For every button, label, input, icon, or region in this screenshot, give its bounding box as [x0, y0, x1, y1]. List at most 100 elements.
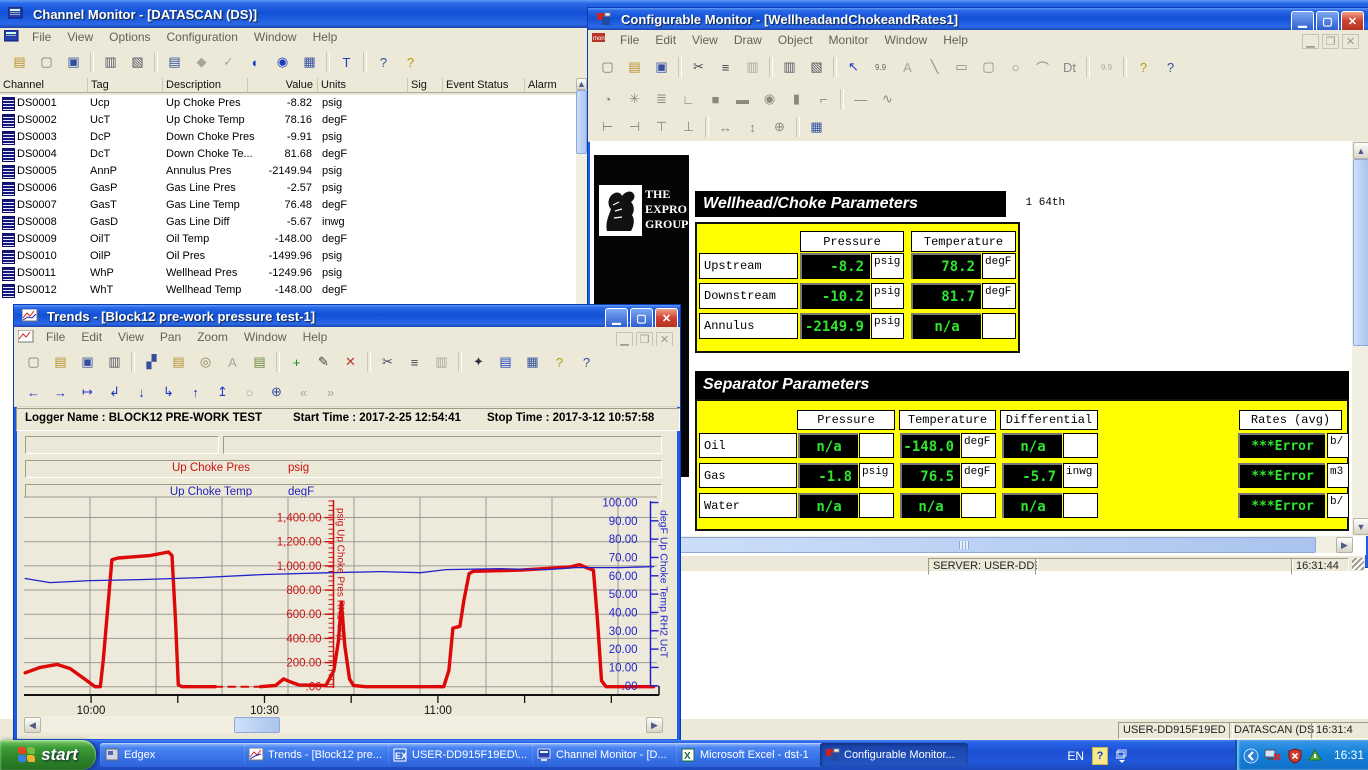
- menu-item-monitor[interactable]: Monitor: [821, 31, 877, 49]
- pointer-icon[interactable]: ↖: [841, 55, 866, 79]
- column-header-channel[interactable]: Channel: [0, 78, 88, 93]
- refresh-c-icon[interactable]: ◐: [243, 50, 268, 74]
- channel-row-DS0001[interactable]: DS0001UcpUp Choke Pres-8.82psig: [0, 95, 583, 112]
- network-disconnected-icon[interactable]: [1264, 748, 1279, 763]
- scroll-up-icon[interactable]: ▲: [576, 78, 587, 90]
- align-right-icon[interactable]: ⊣: [622, 115, 647, 139]
- mdi-child-buttons[interactable]: ▁❐✕: [1302, 34, 1359, 49]
- menu-item-edit[interactable]: Edit: [647, 31, 684, 49]
- page-prev-icon[interactable]: «: [291, 380, 316, 404]
- taskbar-clock[interactable]: 16:31: [1334, 748, 1364, 762]
- task-button-2[interactable]: EXUSER-DD915F19ED\...: [388, 743, 536, 767]
- close-button[interactable]: ✕: [655, 308, 678, 327]
- column-header-value[interactable]: Value: [248, 78, 318, 93]
- menu-item-edit[interactable]: Edit: [73, 328, 110, 346]
- points-p-icon[interactable]: ◉: [270, 50, 295, 74]
- menu-item-zoom[interactable]: Zoom: [189, 328, 236, 346]
- align-top-icon[interactable]: ⊤: [649, 115, 674, 139]
- save-icon[interactable]: ▣: [75, 350, 100, 374]
- on-off-switch-icon[interactable]: ⌐: [811, 87, 836, 111]
- numeric-display-icon[interactable]: 9.9: [1094, 55, 1119, 79]
- date-time-icon[interactable]: Dt: [1057, 55, 1082, 79]
- menu-item-window[interactable]: Window: [246, 28, 305, 46]
- help-icon[interactable]: ?: [547, 350, 572, 374]
- channel-row-DS0009[interactable]: DS0009OilTOil Temp-148.00degF: [0, 231, 583, 248]
- pan-left-icon[interactable]: ←: [21, 380, 46, 404]
- notes-icon[interactable]: ▤: [247, 350, 272, 374]
- menu-item-view[interactable]: View: [684, 31, 726, 49]
- wand-icon[interactable]: ✦: [466, 350, 491, 374]
- pan-down-left-icon[interactable]: ↲: [102, 380, 127, 404]
- minimize-button[interactable]: ▁: [605, 308, 628, 327]
- align-bottom-icon[interactable]: ⊥: [676, 115, 701, 139]
- scroll-thumb[interactable]: [612, 537, 1316, 553]
- pan-down-right-icon[interactable]: ↳: [156, 380, 181, 404]
- center-object-icon[interactable]: ⊕: [767, 115, 792, 139]
- lamp-icon[interactable]: ◉: [757, 87, 782, 111]
- zoom-out-icon[interactable]: ○: [237, 380, 262, 404]
- print-icon[interactable]: ▥: [102, 350, 127, 374]
- text-labels-icon[interactable]: T: [334, 50, 359, 74]
- scroll-right-icon[interactable]: ▶: [646, 717, 663, 733]
- pan-up-icon[interactable]: ↑: [183, 380, 208, 404]
- task-button-0[interactable]: Edgex: [100, 743, 248, 767]
- trend-hscrollbar[interactable]: ◀ ▶: [24, 716, 663, 733]
- line-icon[interactable]: ╲: [922, 55, 947, 79]
- hide-icons-chevron-icon[interactable]: [1243, 748, 1258, 763]
- scroll-thumb[interactable]: [234, 717, 280, 733]
- pan-down-icon[interactable]: ↓: [129, 380, 154, 404]
- legend-slot-empty-1[interactable]: [25, 436, 219, 454]
- diamond-icon[interactable]: ◆: [189, 50, 214, 74]
- grid-icon[interactable]: ▦: [297, 50, 322, 74]
- menu-item-window[interactable]: Window: [236, 328, 295, 346]
- channel-table-vscrollbar[interactable]: ▲: [576, 78, 587, 305]
- bar-indicator-icon[interactable]: ▬: [730, 87, 755, 111]
- menu-item-object[interactable]: Object: [770, 31, 821, 49]
- pan-right-end-icon[interactable]: ↦: [75, 380, 100, 404]
- cut-icon[interactable]: ✂: [375, 350, 400, 374]
- choke-size-value[interactable]: 1 64th: [1012, 193, 1078, 212]
- channel-row-DS0006[interactable]: DS0006GasPGas Line Pres-2.57psig: [0, 180, 583, 197]
- check-icon[interactable]: ✓: [216, 50, 241, 74]
- toolbar-options-icon[interactable]: [1116, 749, 1128, 763]
- channel-value-icon[interactable]: 9.9: [868, 55, 893, 79]
- size-height-icon[interactable]: ↕: [740, 115, 765, 139]
- scroll-left-icon[interactable]: ◀: [24, 717, 41, 733]
- channel-row-DS0002[interactable]: DS0002UcTUp Choke Temp78.16degF: [0, 112, 583, 129]
- trends-titlebar[interactable]: Trends - [Block12 pre-work pressure test…: [14, 305, 680, 327]
- pan-up-end-icon[interactable]: ↥: [210, 380, 235, 404]
- resize-grip[interactable]: [1352, 558, 1364, 570]
- legend-up-choke-temp[interactable]: Up Choke TempdegF: [25, 484, 662, 502]
- delete-icon[interactable]: ✕: [338, 350, 363, 374]
- column-header-description[interactable]: Description: [163, 78, 248, 93]
- alarm-beacon-icon[interactable]: ✳: [622, 87, 647, 111]
- scroll-up-icon[interactable]: ▲: [1353, 142, 1368, 159]
- close-button[interactable]: ✕: [1341, 11, 1364, 30]
- print-preview-icon[interactable]: ▧: [125, 50, 150, 74]
- menu-item-help[interactable]: Help: [935, 31, 976, 49]
- legend-up-choke-pres[interactable]: Up Choke Prespsig: [25, 460, 662, 478]
- font-icon[interactable]: A: [220, 350, 245, 374]
- canvas-vscrollbar[interactable]: ▲ ▼: [1352, 141, 1368, 536]
- copy-icon[interactable]: ≡: [402, 350, 427, 374]
- scroll-thumb[interactable]: [576, 90, 587, 154]
- menu-item-window[interactable]: Window: [877, 31, 936, 49]
- panel-icon[interactable]: ■: [703, 87, 728, 111]
- arc-icon[interactable]: ⌒: [1030, 55, 1055, 79]
- report-icon[interactable]: ▤: [493, 350, 518, 374]
- column-header-tag[interactable]: Tag: [88, 78, 163, 93]
- column-header-event-status[interactable]: Event Status: [443, 78, 525, 93]
- task-button-1[interactable]: Trends - [Block12 pre...: [244, 743, 392, 767]
- menu-item-draw[interactable]: Draw: [726, 31, 770, 49]
- align-left-icon[interactable]: ⊢: [595, 115, 620, 139]
- menu-item-file[interactable]: File: [612, 31, 647, 49]
- help-icon[interactable]: ?: [398, 50, 423, 74]
- language-bar[interactable]: EN ?: [1067, 747, 1128, 765]
- help-icon[interactable]: ?: [1131, 55, 1156, 79]
- channel-row-DS0007[interactable]: DS0007GasTGas Line Temp76.48degF: [0, 197, 583, 214]
- canvas-hscrollbar[interactable]: ◀ ▶: [595, 536, 1353, 553]
- maximize-button[interactable]: ▢: [1316, 11, 1339, 30]
- menu-item-pan[interactable]: Pan: [152, 328, 189, 346]
- channel-row-DS0005[interactable]: DS0005AnnPAnnulus Pres-2149.94psig: [0, 163, 583, 180]
- line-segment-icon[interactable]: ―: [848, 87, 873, 111]
